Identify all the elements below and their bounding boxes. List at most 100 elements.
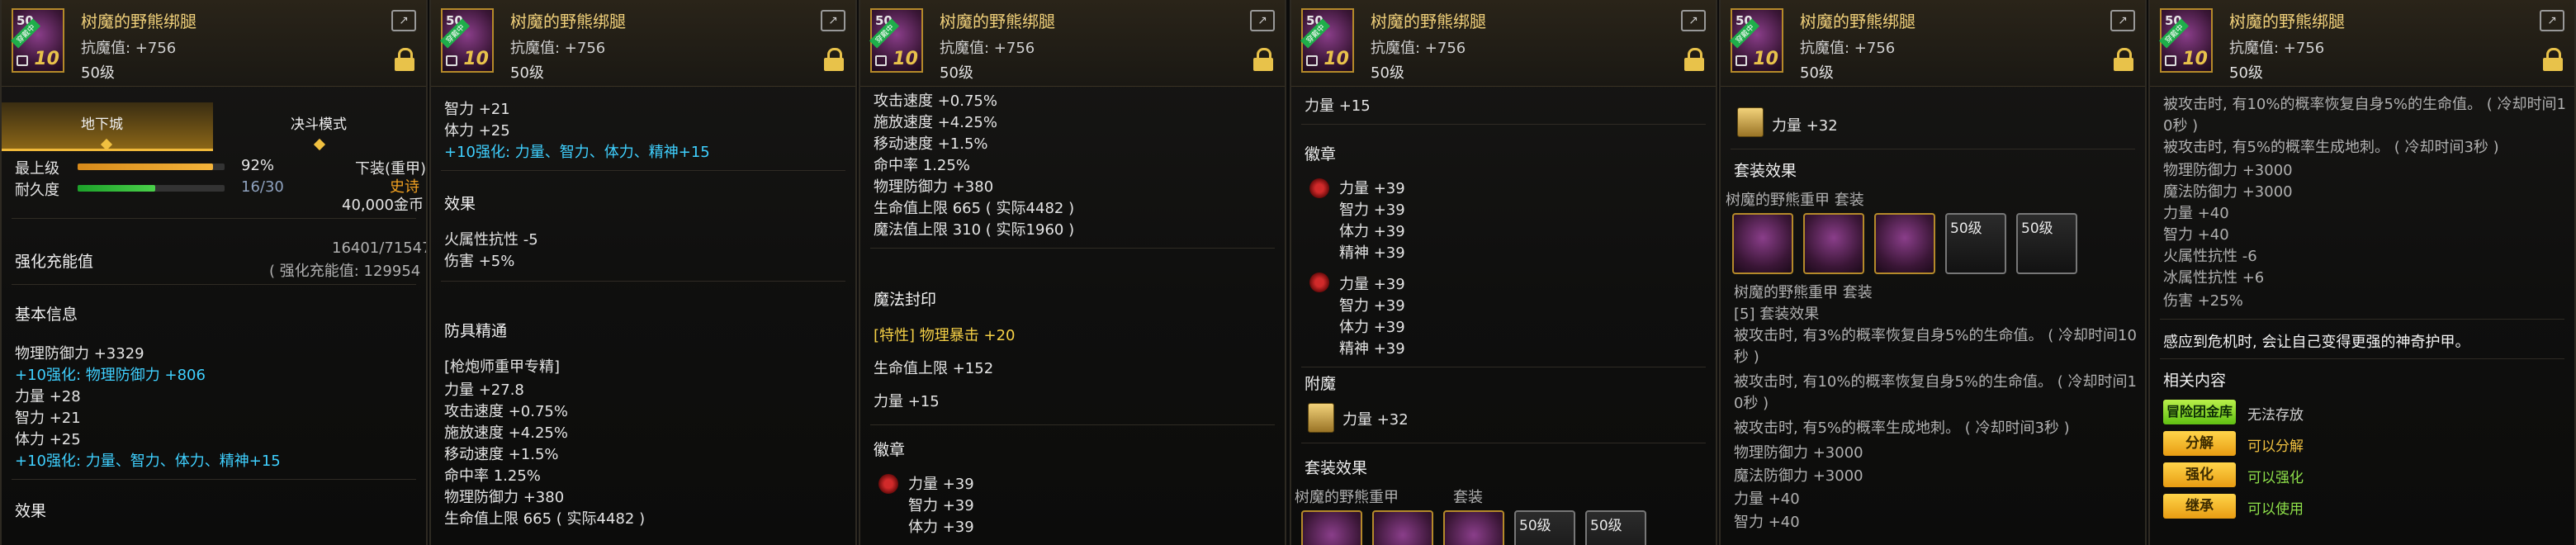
set-item-level: 50级 <box>1590 518 1622 534</box>
item-tooltip-panel-4: 50 穿戴中 10 树魔的野熊绑腿 抗魔值: +756 50级 ↗ 力量 +15… <box>1290 0 1717 545</box>
set-item-icon[interactable] <box>1443 510 1504 545</box>
item-icon[interactable]: 50 穿戴中 10 <box>869 8 923 73</box>
magic-resist: 抗魔值: +756 <box>510 40 606 57</box>
item-level: 50级 <box>940 64 973 82</box>
stat-vit: 体力 +25 <box>444 122 510 140</box>
lock-icon[interactable] <box>395 48 414 73</box>
red-emblem-icon <box>1309 272 1329 292</box>
tooltip-content: 攻击速度 +0.75% 施放速度 +4.25% 移动速度 +1.5% 命中率 1… <box>860 86 1285 545</box>
mode-tabs: 地下城 决斗模式 <box>2 86 426 151</box>
icon-plus: 10 <box>463 49 489 69</box>
lock-small-icon <box>2165 55 2176 66</box>
set-header: 套装效果 <box>1734 162 1797 180</box>
best-grade-label: 最上级 <box>15 160 59 178</box>
share-icon[interactable]: ↗ <box>1250 10 1275 31</box>
set-item-icon[interactable]: 50级 <box>1585 510 1646 545</box>
icon-plus: 10 <box>1324 49 1349 69</box>
set-item-level: 50级 <box>1950 220 1982 237</box>
set-item-icon[interactable] <box>1732 213 1793 274</box>
item-tooltip-panel-2: 50 穿戴中 10 树魔的野熊绑腿 抗魔值: +756 50级 ↗ 智力 +21… <box>429 0 857 545</box>
item-icon[interactable]: 50 穿戴中 10 <box>10 8 64 73</box>
tooltip-header: 50 穿戴中 10 树魔的野熊绑腿 抗魔值: +756 50级 ↗ <box>2 0 426 87</box>
share-icon[interactable]: ↗ <box>391 10 416 31</box>
set-item-icon[interactable]: 50级 <box>1514 510 1575 545</box>
set-item-icon[interactable]: 50级 <box>2016 213 2077 274</box>
enchant-card-icon <box>1308 403 1334 433</box>
ice-resist: 冰属性抗性 +6 <box>2163 269 2265 287</box>
tooltip-header: 50 穿戴中 10 树魔的野熊绑腿 抗魔值: +756 50级 ↗ <box>1291 0 1716 87</box>
emblem-int: 智力 +39 <box>908 497 974 514</box>
stat-str: 力量 +15 <box>1305 97 1371 115</box>
fire-resist: 火属性抗性 -5 <box>444 231 538 249</box>
storage-button[interactable]: 冒险团金库 <box>2163 400 2236 424</box>
enhance-button[interactable]: 强化 <box>2163 462 2236 487</box>
magic-resist: 抗魔值: +756 <box>81 40 177 57</box>
lock-small-icon <box>17 55 28 66</box>
enhance-charge-value: 16401/71547 <box>332 239 426 257</box>
emblem-header: 徽章 <box>1305 145 1337 164</box>
lock-icon[interactable] <box>2114 48 2133 73</box>
hit-rate: 命中率 1.25% <box>444 467 541 485</box>
set-item-icon[interactable]: 50级 <box>1945 213 2006 274</box>
item-tooltip-panel-1: 50 穿戴中 10 树魔的野熊绑腿 抗魔值: +756 50级 ↗ 地下城 决斗… <box>0 0 428 545</box>
set-header: 套装效果 <box>1305 459 1368 477</box>
storage-note: 无法存放 <box>2247 407 2304 424</box>
set-effect: 被攻击时, 有5%的概率生成地刺。 ( 冷却时间3秒 ) <box>2163 139 2499 156</box>
set-item-icon[interactable] <box>1803 213 1864 274</box>
decompose-note: 可以分解 <box>2247 438 2304 455</box>
set-item-icon[interactable] <box>1301 510 1362 545</box>
share-icon[interactable]: ↗ <box>821 10 845 31</box>
hit-rate: 命中率 1.25% <box>874 157 970 174</box>
icon-plus: 10 <box>893 49 918 69</box>
set-effect: 被攻击时, 有10%的概率恢复自身5%的生命值。 ( 冷却时间1 <box>2163 96 2566 113</box>
set-item-icon[interactable] <box>1874 213 1935 274</box>
item-level: 50级 <box>81 64 115 82</box>
phys-def: 物理防御力 +3000 <box>1734 444 1863 462</box>
effect-header: 效果 <box>15 502 47 520</box>
set-effect: 0秒 ) <box>1734 395 1769 412</box>
share-icon[interactable]: ↗ <box>2540 10 2564 31</box>
plus10-stats: +10强化: 力量、智力、体力、精神+15 <box>15 453 281 470</box>
emblem1-line: 体力 +39 <box>1339 223 1405 240</box>
stat-str: 力量 +28 <box>15 388 81 405</box>
tooltip-content: 地下城 决斗模式 最上级 92% 耐久度 16/30 下装(重甲) 史诗 40,… <box>2 86 426 545</box>
decompose-button[interactable]: 分解 <box>2163 431 2236 456</box>
inherit-button[interactable]: 继承 <box>2163 494 2236 519</box>
share-icon[interactable]: ↗ <box>2110 10 2135 31</box>
fire-resist: 火属性抗性 -6 <box>2163 248 2257 265</box>
set-effect: 秒 ) <box>1734 348 1759 366</box>
share-icon[interactable]: ↗ <box>1681 10 1706 31</box>
basic-info-header: 基本信息 <box>15 306 78 324</box>
stat-str: 力量 +40 <box>2163 205 2229 222</box>
mp-max: 魔法值上限 310 ( 实际1960 ) <box>874 221 1075 239</box>
stat-vit: 体力 +25 <box>15 431 81 448</box>
seal-str: 力量 +15 <box>874 393 940 410</box>
emblem2-line: 智力 +39 <box>1339 297 1405 315</box>
mastery-header: 防具精通 <box>444 322 508 340</box>
set-item-icon[interactable] <box>1372 510 1433 545</box>
enchant-value: 力量 +32 <box>1772 117 1838 135</box>
mastery-sub: [枪炮师重甲专精] <box>444 358 561 376</box>
magic-def: 魔法防御力 +3000 <box>2163 183 2293 201</box>
tab-duel[interactable]: 决斗模式 <box>291 112 347 133</box>
emblem-header: 徽章 <box>874 441 906 459</box>
lock-icon[interactable] <box>2543 48 2563 73</box>
lock-icon[interactable] <box>1684 48 1704 73</box>
item-icon[interactable]: 50 穿戴中 10 <box>1300 8 1354 73</box>
tooltip-content: 力量 +32 套装效果 树魔的野熊重甲 套装 50级 50级 树魔的野熊重甲 套… <box>1721 86 2145 545</box>
lock-icon[interactable] <box>824 48 844 73</box>
enhance-charge-sub: ( 强化充能值: 129954 ) <box>269 263 426 280</box>
item-icon[interactable]: 50 穿戴中 10 <box>439 8 494 73</box>
damage-bonus: 伤害 +25% <box>2163 292 2243 310</box>
phys-def: 物理防御力 +380 <box>444 489 565 506</box>
item-name: 树魔的野熊绑腿 <box>1800 12 1915 31</box>
damage-bonus: 伤害 +5% <box>444 253 515 270</box>
item-icon[interactable]: 50 穿戴中 10 <box>1729 8 1783 73</box>
item-icon[interactable]: 50 穿戴中 10 <box>2158 8 2213 73</box>
emblem2-line: 力量 +39 <box>1339 276 1405 293</box>
lock-icon[interactable] <box>1253 48 1273 73</box>
durability-label: 耐久度 <box>15 182 59 199</box>
move-speed: 移动速度 +1.5% <box>874 135 988 153</box>
item-tooltip-panel-3: 50 穿戴中 10 树魔的野熊绑腿 抗魔值: +756 50级 ↗ 攻击速度 +… <box>859 0 1286 545</box>
seal-header: 魔法封印 <box>874 291 937 309</box>
